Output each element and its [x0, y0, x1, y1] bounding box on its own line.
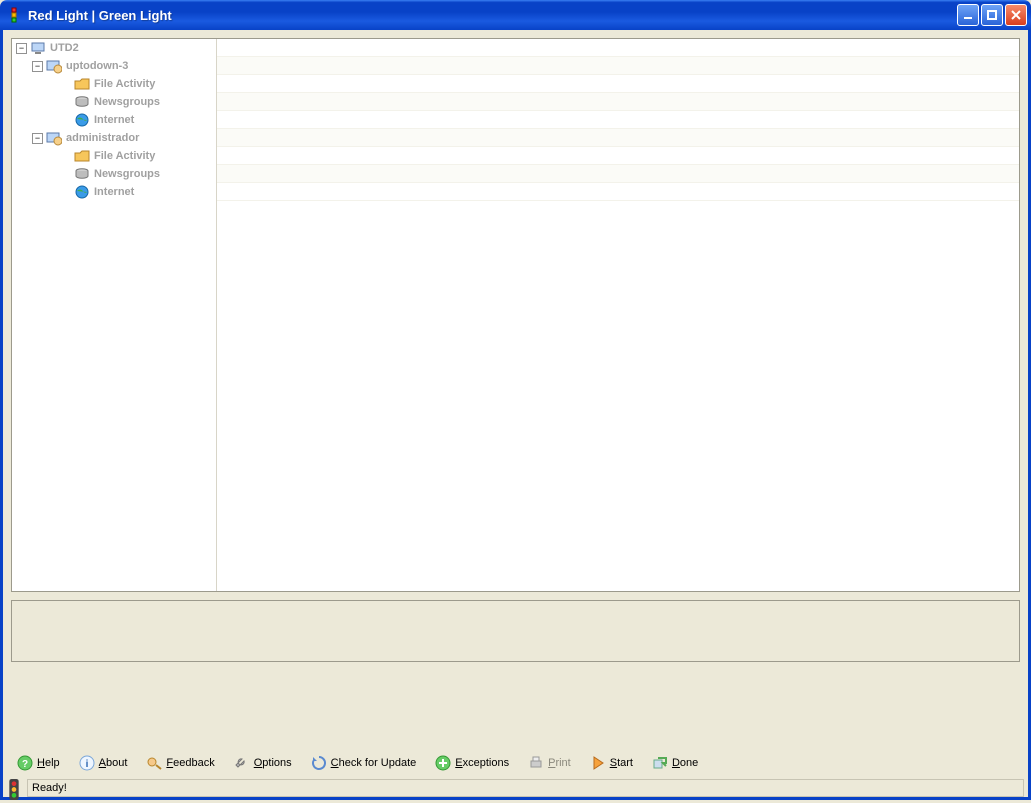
status-text: Ready! [27, 779, 1024, 797]
collapse-icon[interactable]: − [32, 133, 43, 144]
tree-label: UTD2 [50, 42, 79, 54]
window-controls [957, 4, 1027, 26]
tree-node-user-1[interactable]: − administrador [12, 129, 216, 147]
tree-label: uptodown-3 [66, 60, 128, 72]
user-icon [46, 58, 62, 74]
traffic-light-icon [7, 779, 21, 797]
info-panel [11, 600, 1020, 662]
print-button[interactable]: Print [520, 751, 579, 775]
tree-leaf-newsgroups-0[interactable]: Newsgroups [12, 93, 216, 111]
exceptions-button[interactable]: Exceptions [427, 751, 517, 775]
refresh-icon [311, 755, 327, 771]
info-icon: i [79, 755, 95, 771]
tree-label: File Activity [94, 78, 155, 90]
globe-icon [74, 184, 90, 200]
start-button[interactable]: Start [582, 751, 641, 775]
statusbar: Ready! [0, 778, 1031, 800]
main-content: − UTD2 − uptodown-3 File Activity Newsgr… [0, 30, 1031, 748]
user-icon [46, 130, 62, 146]
computer-icon [30, 40, 46, 56]
tree-view[interactable]: − UTD2 − uptodown-3 File Activity Newsgr… [12, 39, 217, 591]
disk-icon [74, 166, 90, 182]
about-button[interactable]: i About [71, 751, 136, 775]
help-icon: ? [17, 755, 33, 771]
svg-text:i: i [85, 759, 88, 770]
tree-label: administrador [66, 132, 139, 144]
svg-text:?: ? [22, 759, 28, 770]
tree-label: Internet [94, 186, 134, 198]
window-title: Red Light | Green Light [28, 8, 957, 23]
done-button[interactable]: Done [644, 751, 706, 775]
tree-node-user-0[interactable]: − uptodown-3 [12, 57, 216, 75]
tree-label: File Activity [94, 150, 155, 162]
minimize-button[interactable] [957, 4, 979, 26]
toolbar: ? Help i About Feedback Options Check fo… [0, 748, 1031, 778]
maximize-button[interactable] [981, 4, 1003, 26]
feedback-button[interactable]: Feedback [138, 751, 222, 775]
done-icon [652, 755, 668, 771]
tree-leaf-internet-1[interactable]: Internet [12, 183, 216, 201]
globe-icon [74, 112, 90, 128]
options-button[interactable]: Options [226, 751, 300, 775]
tree-node-root[interactable]: − UTD2 [12, 39, 216, 57]
wrench-icon [234, 755, 250, 771]
feedback-icon [146, 755, 162, 771]
app-icon [6, 7, 22, 23]
close-button[interactable] [1005, 4, 1027, 26]
tree-label: Newsgroups [94, 96, 160, 108]
plus-icon [435, 755, 451, 771]
help-button[interactable]: ? Help [9, 751, 68, 775]
print-icon [528, 755, 544, 771]
folder-icon [74, 148, 90, 164]
collapse-icon[interactable]: − [16, 43, 27, 54]
collapse-icon[interactable]: − [32, 61, 43, 72]
folder-icon [74, 76, 90, 92]
check-update-button[interactable]: Check for Update [303, 751, 425, 775]
tree-leaf-file-activity-0[interactable]: File Activity [12, 75, 216, 93]
tree-label: Newsgroups [94, 168, 160, 180]
tree-label: Internet [94, 114, 134, 126]
disk-icon [74, 94, 90, 110]
play-icon [590, 755, 606, 771]
tree-leaf-file-activity-1[interactable]: File Activity [12, 147, 216, 165]
empty-area [11, 662, 1020, 748]
tree-leaf-internet-0[interactable]: Internet [12, 111, 216, 129]
titlebar: Red Light | Green Light [0, 0, 1031, 30]
content-panel: − UTD2 − uptodown-3 File Activity Newsgr… [11, 38, 1020, 592]
tree-leaf-newsgroups-1[interactable]: Newsgroups [12, 165, 216, 183]
list-view[interactable] [217, 39, 1019, 591]
